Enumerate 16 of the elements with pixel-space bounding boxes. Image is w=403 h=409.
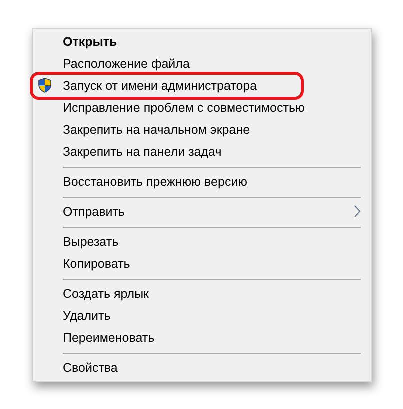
menu-item[interactable]: Восстановить прежнюю версию [33,171,371,193]
menu-item[interactable]: Создать ярлык [33,283,371,305]
chevron-right-icon [354,205,361,218]
menu-item[interactable]: Удалить [33,305,371,327]
shield-icon [38,78,52,93]
menu-item[interactable]: Расположение файла [33,53,371,75]
menu-item[interactable]: Вырезать [33,231,371,253]
menu-item[interactable]: Копировать [33,253,371,275]
menu-item[interactable]: Отправить [33,201,371,223]
menu-item[interactable]: Переименовать [33,327,371,349]
menu-item[interactable]: Открыть [33,31,371,53]
menu-item[interactable]: Закрепить на панели задач [33,141,371,163]
menu-item[interactable]: Свойства [33,357,371,379]
menu-item[interactable]: Запуск от имени администратора [33,75,371,97]
menu-item[interactable]: Закрепить на начальном экране [33,119,371,141]
menu-item[interactable]: Исправление проблем с совместимостью [33,97,371,119]
